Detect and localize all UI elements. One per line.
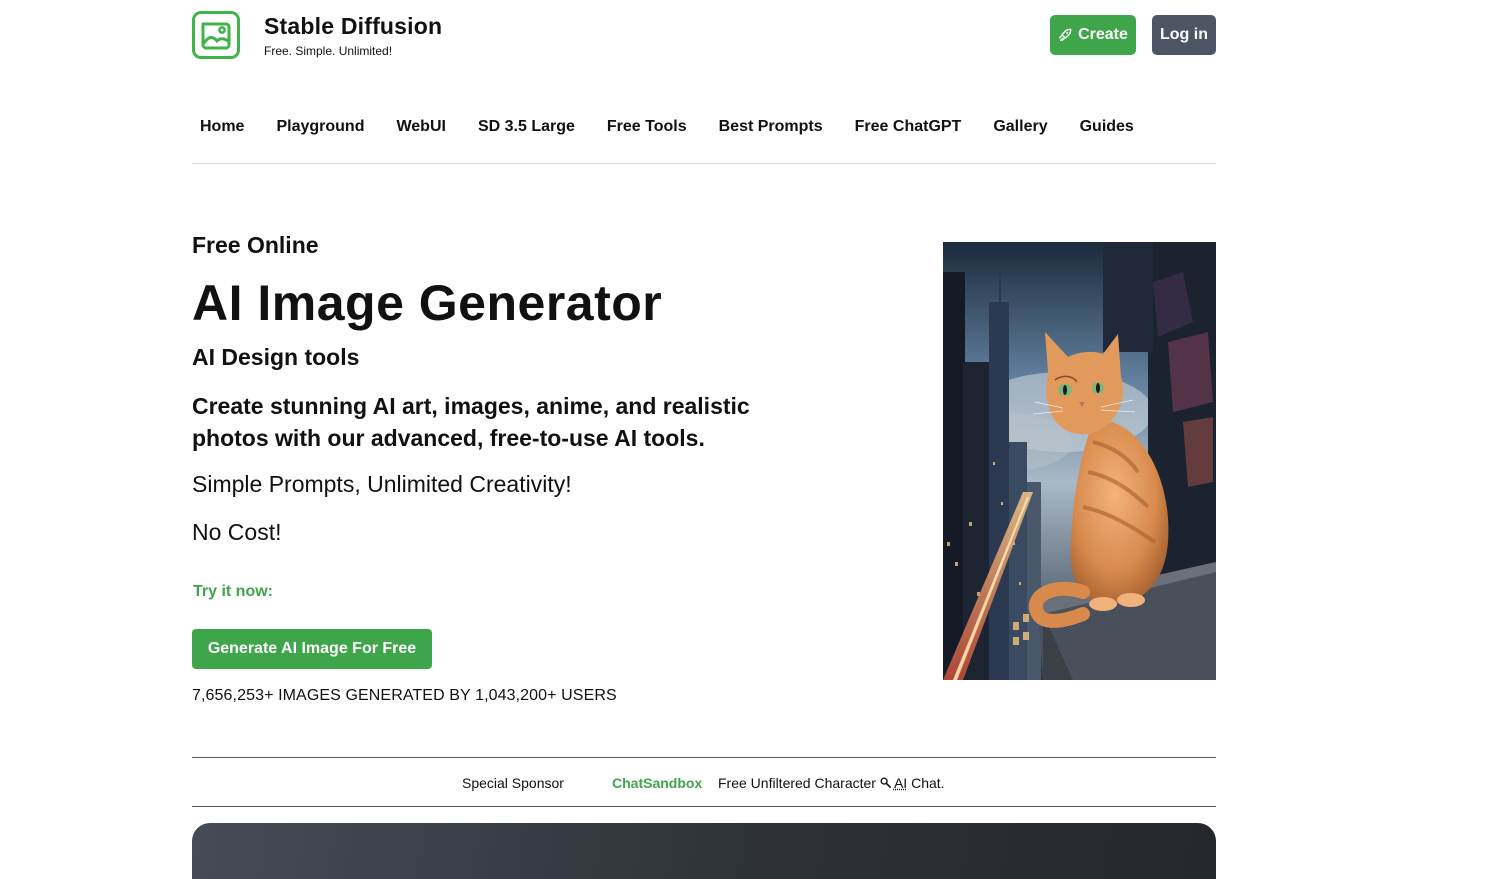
nav-item-free-tools[interactable]: Free Tools xyxy=(607,118,687,136)
hero-tagline-simple: Simple Prompts, Unlimited Creativity! xyxy=(192,471,572,498)
nav-item-free-chatgpt[interactable]: Free ChatGPT xyxy=(855,118,962,136)
nav-item-sd-35-large[interactable]: SD 3.5 Large xyxy=(478,118,575,136)
sponsor-description-suffix: Chat. xyxy=(907,775,944,791)
hero-description: Create stunning AI art, images, anime, a… xyxy=(192,390,832,454)
usage-stats: 7,656,253+ IMAGES GENERATED BY 1,043,200… xyxy=(192,687,617,705)
generate-image-button[interactable]: Generate AI Image For Free xyxy=(192,629,432,669)
logo[interactable] xyxy=(192,11,240,59)
page-title: AI Image Generator xyxy=(192,274,662,332)
create-button-label: Create xyxy=(1078,26,1128,44)
hero-subtitle: AI Design tools xyxy=(192,344,359,371)
try-now-label: Try it now: xyxy=(193,583,273,601)
hero-kicker: Free Online xyxy=(192,232,319,259)
brand-tagline: Free. Simple. Unlimited! xyxy=(264,44,392,58)
magnifier-icon xyxy=(880,777,891,788)
main-nav: Home Playground WebUI SD 3.5 Large Free … xyxy=(192,104,1216,164)
nav-item-best-prompts[interactable]: Best Prompts xyxy=(719,118,823,136)
sponsor-label: Special Sponsor xyxy=(462,775,564,791)
sponsor-description: Free Unfiltered Character AI Chat. xyxy=(718,775,945,791)
dark-feature-panel xyxy=(192,823,1216,879)
sponsor-description-prefix: Free Unfiltered Character xyxy=(718,775,880,791)
nav-item-guides[interactable]: Guides xyxy=(1080,118,1134,136)
sponsor-description-abbr: AI xyxy=(894,775,907,791)
login-button[interactable]: Log in xyxy=(1152,15,1216,55)
create-button[interactable]: Create xyxy=(1050,15,1136,55)
sponsor-bar: Special Sponsor ChatSandbox Free Unfilte… xyxy=(192,757,1216,807)
hero-tagline-cost: No Cost! xyxy=(192,519,281,546)
rocket-icon xyxy=(1058,28,1072,42)
site-header: Stable Diffusion Free. Simple. Unlimited… xyxy=(192,0,1216,70)
nav-item-webui[interactable]: WebUI xyxy=(396,118,445,136)
brand-title[interactable]: Stable Diffusion xyxy=(264,13,442,40)
nav-item-gallery[interactable]: Gallery xyxy=(993,118,1047,136)
image-icon xyxy=(200,19,232,51)
nav-item-home[interactable]: Home xyxy=(200,118,244,136)
hero-cat-image xyxy=(943,242,1216,680)
generate-image-button-label: Generate AI Image For Free xyxy=(208,640,416,658)
nav-item-playground[interactable]: Playground xyxy=(276,118,364,136)
login-button-label: Log in xyxy=(1160,26,1208,44)
sponsor-link[interactable]: ChatSandbox xyxy=(612,775,702,791)
